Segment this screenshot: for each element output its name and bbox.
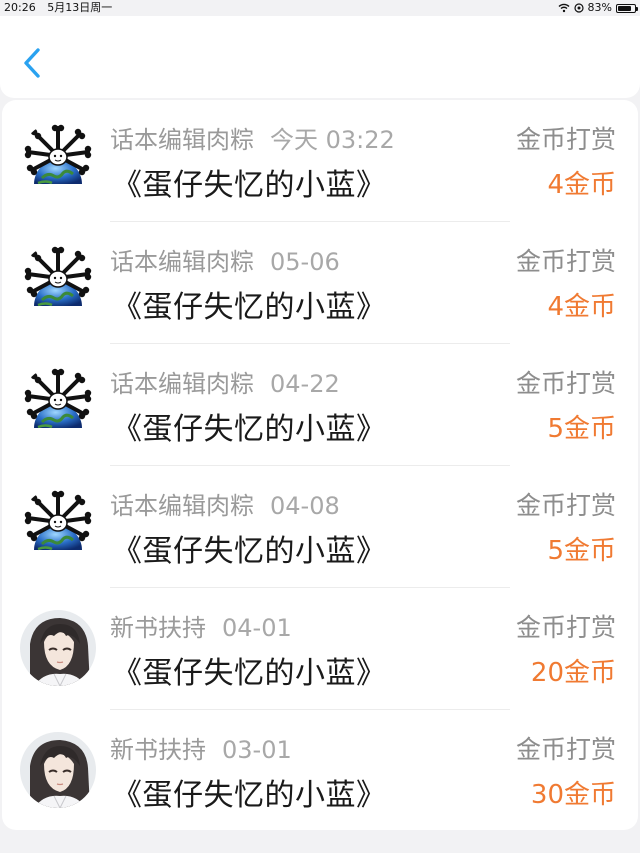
reward-amount: 4金币 [547,292,616,322]
book-title: 《蛋仔失忆的小蓝》 [112,534,387,569]
reward-type: 金币打赏 [515,613,616,642]
list-item[interactable]: 新书扶持 03-01 《蛋仔失忆的小蓝》 金币打赏 30金币 [2,710,638,830]
reward-amount: 20金币 [530,658,616,688]
status-time: 20:26 [4,1,36,14]
battery-percent: 83% [587,1,612,14]
sender-name: 话本编辑肉粽 [110,492,254,520]
reward-type: 金币打赏 [515,125,616,154]
sender-name: 话本编辑肉粽 [110,248,254,276]
avatar[interactable] [20,488,96,564]
book-title: 《蛋仔失忆的小蓝》 [112,778,387,813]
status-date: 5月13日周一 [47,1,113,14]
list-item[interactable]: 话本编辑肉粽 04-08 《蛋仔失忆的小蓝》 金币打赏 5金币 [2,466,638,588]
reward-date: 03-01 [222,736,292,764]
list-item[interactable]: 话本编辑肉粽 今天 03:22 《蛋仔失忆的小蓝》 金币打赏 4金币 [2,100,638,222]
reward-amount: 5金币 [547,536,616,566]
reward-date: 04-08 [270,492,340,520]
sender-name: 话本编辑肉粽 [110,126,254,154]
avatar[interactable] [20,732,96,808]
location-icon [573,3,584,13]
back-button[interactable] [14,42,54,82]
avatar[interactable] [20,610,96,686]
sender-name: 新书扶持 [110,614,206,642]
status-bar: 20:26 5月13日周一 83% [0,0,640,16]
sender-line: 话本编辑肉粽 05-06 [110,242,340,277]
sender-line: 新书扶持 03-01 [110,730,292,765]
reward-date: 05-06 [270,248,340,276]
chevron-left-icon [24,48,40,78]
book-title: 《蛋仔失忆的小蓝》 [112,168,387,203]
wifi-icon [558,3,570,13]
reward-amount: 30金币 [530,780,616,810]
reward-type: 金币打赏 [515,247,616,276]
reward-date: 04-22 [270,370,340,398]
reward-date: 今天 03:22 [270,126,395,154]
reward-type: 金币打赏 [515,735,616,764]
avatar[interactable] [20,122,96,198]
list-item[interactable]: 新书扶持 04-01 《蛋仔失忆的小蓝》 金币打赏 20金币 [2,588,638,710]
sender-name: 新书扶持 [110,736,206,764]
sender-line: 新书扶持 04-01 [110,608,292,643]
sender-line: 话本编辑肉粽 04-08 [110,486,340,521]
book-title: 《蛋仔失忆的小蓝》 [112,412,387,447]
reward-type: 金币打赏 [515,369,616,398]
sender-line: 话本编辑肉粽 04-22 [110,364,340,399]
nav-bar [0,16,640,98]
list-item[interactable]: 话本编辑肉粽 04-22 《蛋仔失忆的小蓝》 金币打赏 5金币 [2,344,638,466]
book-title: 《蛋仔失忆的小蓝》 [112,656,387,691]
avatar[interactable] [20,244,96,320]
book-title: 《蛋仔失忆的小蓝》 [112,290,387,325]
reward-type: 金币打赏 [515,491,616,520]
reward-amount: 4金币 [547,170,616,200]
battery-icon [616,3,638,13]
avatar[interactable] [20,366,96,442]
list-item[interactable]: 话本编辑肉粽 05-06 《蛋仔失忆的小蓝》 金币打赏 4金币 [2,222,638,344]
reward-date: 04-01 [222,614,292,642]
sender-name: 话本编辑肉粽 [110,370,254,398]
reward-amount: 5金币 [547,414,616,444]
sender-line: 话本编辑肉粽 今天 03:22 [110,120,395,155]
reward-list: 话本编辑肉粽 今天 03:22 《蛋仔失忆的小蓝》 金币打赏 4金币 话本编辑肉… [2,100,638,830]
